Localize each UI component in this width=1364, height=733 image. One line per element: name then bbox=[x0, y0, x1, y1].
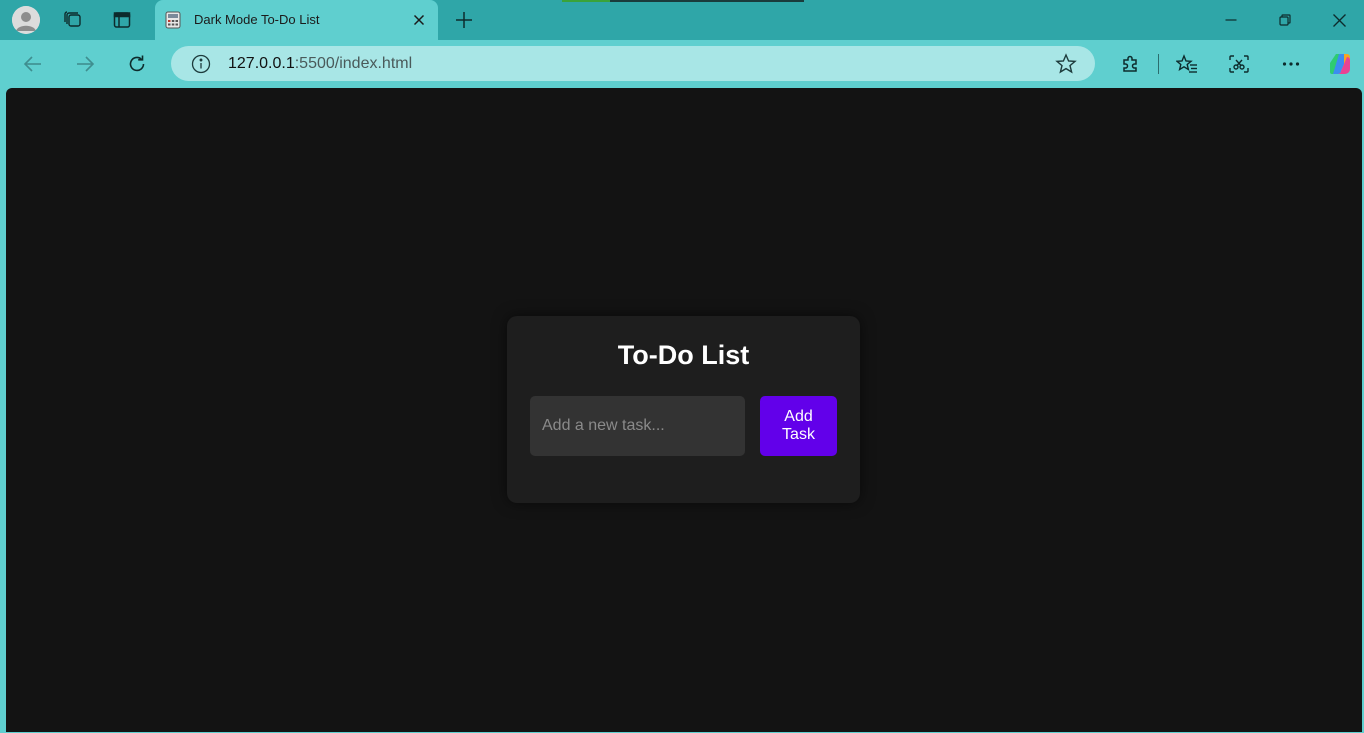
url-path: :5500/index.html bbox=[294, 55, 413, 72]
tab-actions-icon[interactable] bbox=[108, 6, 136, 34]
browser-title-bar: Dark Mode To-Do List bbox=[0, 0, 1364, 40]
browser-toolbar: 127.0.0.1:5500/index.html bbox=[0, 40, 1364, 88]
url-text: 127.0.0.1:5500/index.html bbox=[228, 55, 412, 73]
task-input[interactable] bbox=[530, 396, 745, 456]
tab-active[interactable]: Dark Mode To-Do List bbox=[155, 0, 438, 40]
puzzle-icon bbox=[1123, 55, 1137, 72]
new-tab-button[interactable] bbox=[450, 6, 478, 34]
star-icon[interactable] bbox=[1054, 52, 1078, 76]
close-icon bbox=[1332, 13, 1346, 27]
add-task-button[interactable]: Add Task bbox=[760, 396, 837, 456]
minimize-icon bbox=[1225, 19, 1237, 21]
copilot-button[interactable] bbox=[1326, 50, 1354, 78]
tab-title: Dark Mode To-Do List bbox=[194, 12, 320, 27]
forward-arrow-icon bbox=[77, 56, 95, 72]
screenshot-button[interactable] bbox=[1225, 50, 1253, 78]
forward-button[interactable] bbox=[71, 50, 99, 78]
more-button[interactable] bbox=[1277, 50, 1305, 78]
url-host: 127.0.0.1 bbox=[228, 55, 295, 72]
minimize-button[interactable] bbox=[1217, 6, 1245, 34]
back-arrow-icon bbox=[23, 56, 41, 72]
page-title: To-Do List bbox=[617, 340, 750, 370]
favorites-button[interactable] bbox=[1173, 50, 1201, 78]
page-loading-indicator bbox=[562, 0, 804, 2]
profile-avatar-icon[interactable] bbox=[12, 6, 40, 34]
refresh-icon bbox=[129, 55, 145, 72]
favorites-icon bbox=[1176, 54, 1197, 73]
more-icon bbox=[1282, 62, 1300, 66]
page-viewport: To-Do List Add Task bbox=[6, 88, 1362, 732]
restore-icon bbox=[1279, 14, 1291, 26]
window-close-button[interactable] bbox=[1325, 6, 1353, 34]
todo-card: To-Do List Add Task bbox=[507, 316, 860, 503]
back-button[interactable] bbox=[19, 50, 47, 78]
calculator-icon bbox=[165, 11, 181, 29]
info-icon[interactable] bbox=[191, 54, 211, 74]
address-bar[interactable]: 127.0.0.1:5500/index.html bbox=[171, 46, 1095, 81]
workspaces-icon[interactable] bbox=[59, 6, 87, 34]
toolbar-divider bbox=[1158, 54, 1159, 74]
plus-icon bbox=[456, 12, 472, 28]
refresh-button[interactable] bbox=[123, 50, 151, 78]
screenshot-icon bbox=[1229, 55, 1249, 73]
restore-button[interactable] bbox=[1271, 6, 1299, 34]
copilot-icon bbox=[1330, 54, 1350, 74]
close-icon[interactable] bbox=[409, 10, 429, 30]
extensions-button[interactable] bbox=[1116, 50, 1144, 78]
